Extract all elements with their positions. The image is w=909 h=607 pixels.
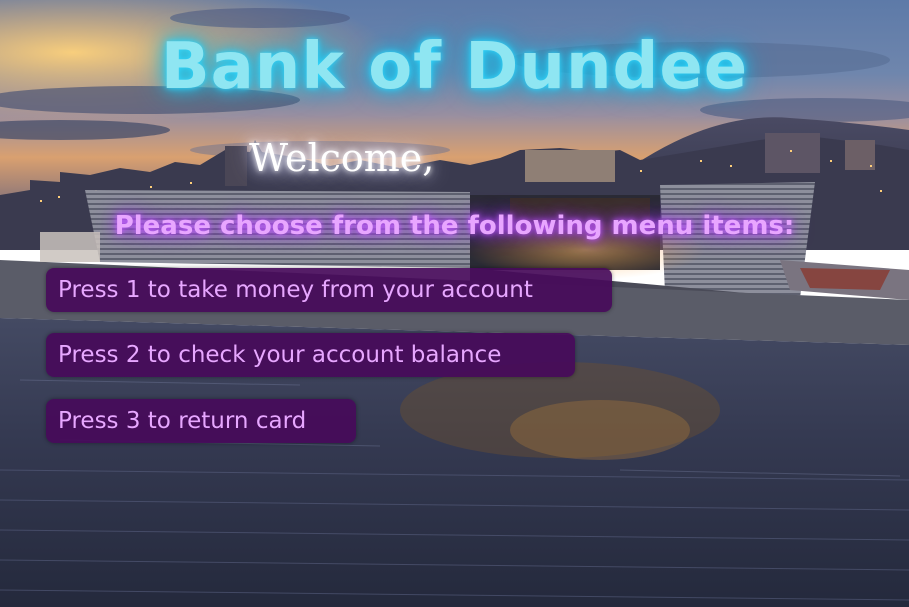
menu-instruction: Please choose from the following menu it… <box>114 211 795 241</box>
welcome-text: Welcome, <box>249 136 435 180</box>
return-card-button[interactable]: Press 3 to return card <box>46 399 356 443</box>
bank-title: Bank of Dundee <box>160 30 749 104</box>
check-balance-button[interactable]: Press 2 to check your account balance <box>46 333 575 377</box>
withdraw-money-button[interactable]: Press 1 to take money from your account <box>46 268 612 312</box>
